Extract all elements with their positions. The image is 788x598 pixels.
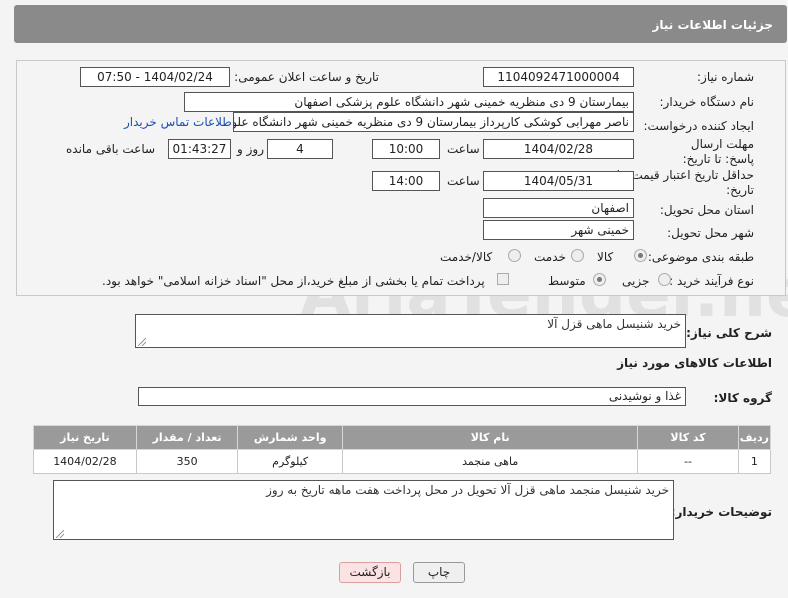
process-minor-label: جزیی xyxy=(622,274,650,288)
province-label: استان محل تحویل: xyxy=(659,203,754,217)
reply-time-field: 10:00 xyxy=(372,139,440,159)
description-textarea[interactable]: خرید شنیسل ماهی قزل آلا xyxy=(135,314,686,348)
cell-need-date: 1404/02/28 xyxy=(33,449,137,474)
description-label: شرح کلی نیاز: xyxy=(686,326,772,340)
resize-grip-icon[interactable] xyxy=(138,338,146,346)
category-both-radio[interactable] xyxy=(508,249,521,262)
process-minor-radio[interactable] xyxy=(658,273,671,286)
page-title: جزئیات اطلاعات نیاز xyxy=(652,18,773,32)
buyer-notes-label: توضیحات خریدار: xyxy=(670,505,772,519)
buyer-org-field: بیمارستان 9 دی منظریه خمینی شهر دانشگاه … xyxy=(184,92,634,112)
category-goods-radio[interactable] xyxy=(634,249,647,262)
buyer-org-label: نام دستگاه خریدار: xyxy=(659,95,755,109)
payment-note: پرداخت تمام یا بخشی از مبلغ خرید،از محل … xyxy=(102,274,485,288)
price-time-field: 14:00 xyxy=(372,171,440,191)
goods-table-header: ردیف کد کالا نام کالا واحد شمارش تعداد /… xyxy=(33,425,772,450)
cell-row-number: 1 xyxy=(737,449,772,474)
reply-time-label: ساعت xyxy=(447,142,480,156)
price-date-field: 1404/05/31 xyxy=(483,171,634,191)
announce-field: 1404/02/24 - 07:50 xyxy=(80,67,230,87)
col-item-name: نام کالا xyxy=(341,425,639,450)
process-medium-radio[interactable] xyxy=(593,273,606,286)
category-service-radio[interactable] xyxy=(571,249,584,262)
announce-label: تاریخ و ساعت اعلان عمومی: xyxy=(234,70,379,84)
remaining-time-field: 01:43:27 xyxy=(168,139,231,159)
col-item-code: کد کالا xyxy=(637,425,739,450)
remaining-label: ساعت باقی مانده xyxy=(66,142,156,156)
reply-date-field: 1404/02/28 xyxy=(483,139,634,159)
goods-group-label: گروه کالا: xyxy=(713,391,772,405)
price-time-label: ساعت xyxy=(447,174,480,188)
buyer-notes-text: خرید شنیسل منجمد ماهی قزل آلا تحویل در م… xyxy=(266,483,669,497)
need-number-field: 1104092471000004 xyxy=(483,67,634,87)
reply-deadline-label: مهلت ارسال پاسخ: تا تاریخ: xyxy=(682,137,754,166)
goods-table: ردیف کد کالا نام کالا واحد شمارش تعداد /… xyxy=(33,425,772,474)
goods-group-field: غذا و نوشیدنی xyxy=(138,387,686,406)
process-medium-label: متوسط xyxy=(548,274,586,288)
buyer-contact-link[interactable]: اطلاعات تماس خریدار xyxy=(124,115,235,129)
col-row-number: ردیف xyxy=(737,425,772,450)
category-label: طبقه بندی موضوعی: xyxy=(647,250,754,264)
cell-quantity: 350 xyxy=(135,449,239,474)
resize-grip-icon[interactable] xyxy=(56,530,64,538)
cell-item-name: ماهی منجمد xyxy=(341,449,639,474)
back-button[interactable]: بازگشت xyxy=(339,562,401,583)
table-row: 1 -- ماهی منجمد کیلوگرم 350 1404/02/28 xyxy=(33,449,772,474)
page-header: جزئیات اطلاعات نیاز xyxy=(14,5,787,43)
city-label: شهر محل تحویل: xyxy=(667,226,754,240)
price-validity-label: حداقل تاریخ اعتبار قیمت: تا تاریخ: xyxy=(616,168,754,197)
buyer-notes-textarea[interactable]: خرید شنیسل منجمد ماهی قزل آلا تحویل در م… xyxy=(53,480,674,540)
cell-item-code: -- xyxy=(637,449,739,474)
description-text: خرید شنیسل ماهی قزل آلا xyxy=(547,317,681,331)
category-both-label: کالا/خدمت xyxy=(440,250,493,264)
print-button[interactable]: چاپ xyxy=(413,562,465,583)
city-field: خمینی شهر xyxy=(483,220,634,240)
col-need-date: تاریخ نیاز xyxy=(33,425,137,450)
col-quantity: تعداد / مقدار xyxy=(135,425,239,450)
days-label: روز و xyxy=(237,142,264,156)
days-field: 4 xyxy=(267,139,333,159)
col-unit: واحد شمارش xyxy=(237,425,343,450)
cell-unit: کیلوگرم xyxy=(237,449,343,474)
category-goods-label: کالا xyxy=(597,250,614,264)
creator-field: ناصر مهرابی کوشکی کارپرداز بیمارستان 9 د… xyxy=(233,112,634,132)
process-label: نوع فرآیند خرید : xyxy=(669,274,754,288)
creator-label: ایجاد کننده درخواست: xyxy=(643,119,754,133)
treasury-payment-checkbox[interactable] xyxy=(497,273,509,285)
province-field: اصفهان xyxy=(483,198,634,218)
category-service-label: خدمت xyxy=(534,250,566,264)
goods-section-title: اطلاعات کالاهای مورد نیاز xyxy=(617,356,772,370)
need-number-label: شماره نیاز: xyxy=(697,70,754,84)
